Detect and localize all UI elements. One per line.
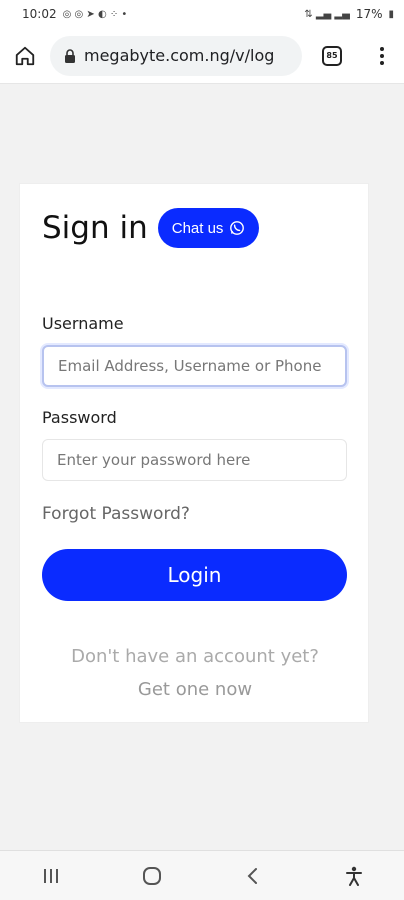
- tabs-button[interactable]: 85: [302, 28, 362, 84]
- back-button[interactable]: [223, 856, 283, 896]
- chat-us-button[interactable]: Chat us: [157, 208, 260, 248]
- username-label: Username: [42, 314, 124, 333]
- back-icon: [247, 867, 257, 884]
- login-button[interactable]: Login: [42, 549, 347, 601]
- status-left: 10:02 ◎ ◎ ➤ ◐ ⁘ •: [22, 7, 127, 21]
- signin-card: Sign in Chat us Username Password Forgot…: [19, 183, 369, 723]
- battery-level: 17%: [355, 7, 383, 21]
- browser-toolbar: megabyte.com.ng/v/log 85: [0, 28, 404, 84]
- home-nav-icon: [142, 866, 161, 885]
- more-vert-dot: [380, 60, 384, 65]
- recents-button[interactable]: [21, 856, 81, 896]
- address-bar[interactable]: megabyte.com.ng/v/log: [50, 35, 302, 76]
- tab-count: 85: [326, 51, 338, 60]
- signal-icon: ⇅ ▂▄ ▂▄: [304, 8, 350, 20]
- battery-icon: ▮: [388, 8, 394, 20]
- menu-button[interactable]: [362, 28, 402, 84]
- accessibility-button[interactable]: [324, 856, 384, 896]
- lock-icon: [65, 48, 75, 63]
- home-icon: [15, 46, 35, 65]
- more-vert-dot: [380, 53, 384, 58]
- recents-icon: [43, 868, 58, 883]
- accessibility-icon: [345, 866, 362, 886]
- status-time: 10:02: [22, 7, 57, 21]
- chat-us-label: Chat us: [171, 219, 224, 237]
- password-input[interactable]: [42, 439, 347, 481]
- notification-icons: ◎ ◎ ➤ ◐ ⁘ •: [62, 8, 128, 20]
- no-account-text: Don't have an account yet?: [71, 646, 319, 667]
- status-bar: 10:02 ◎ ◎ ➤ ◐ ⁘ • ⇅ ▂▄ ▂▄ 17% ▮: [0, 0, 404, 28]
- home-nav-button[interactable]: [122, 856, 182, 896]
- home-button[interactable]: [0, 28, 50, 84]
- password-label: Password: [42, 408, 117, 427]
- forgot-password-link[interactable]: Forgot Password?: [42, 504, 190, 524]
- url-text: megabyte.com.ng/v/log: [84, 46, 275, 65]
- tabs-icon: 85: [322, 45, 342, 66]
- title-row: Sign in Chat us: [42, 208, 260, 248]
- page-title: Sign in: [42, 210, 148, 246]
- system-nav-bar: [0, 850, 404, 900]
- username-input[interactable]: [42, 345, 347, 387]
- status-right: ⇅ ▂▄ ▂▄ 17% ▮: [304, 7, 394, 21]
- get-one-now-link[interactable]: Get one now: [20, 679, 370, 700]
- more-vert-icon: [380, 46, 384, 51]
- whatsapp-icon: [230, 221, 245, 235]
